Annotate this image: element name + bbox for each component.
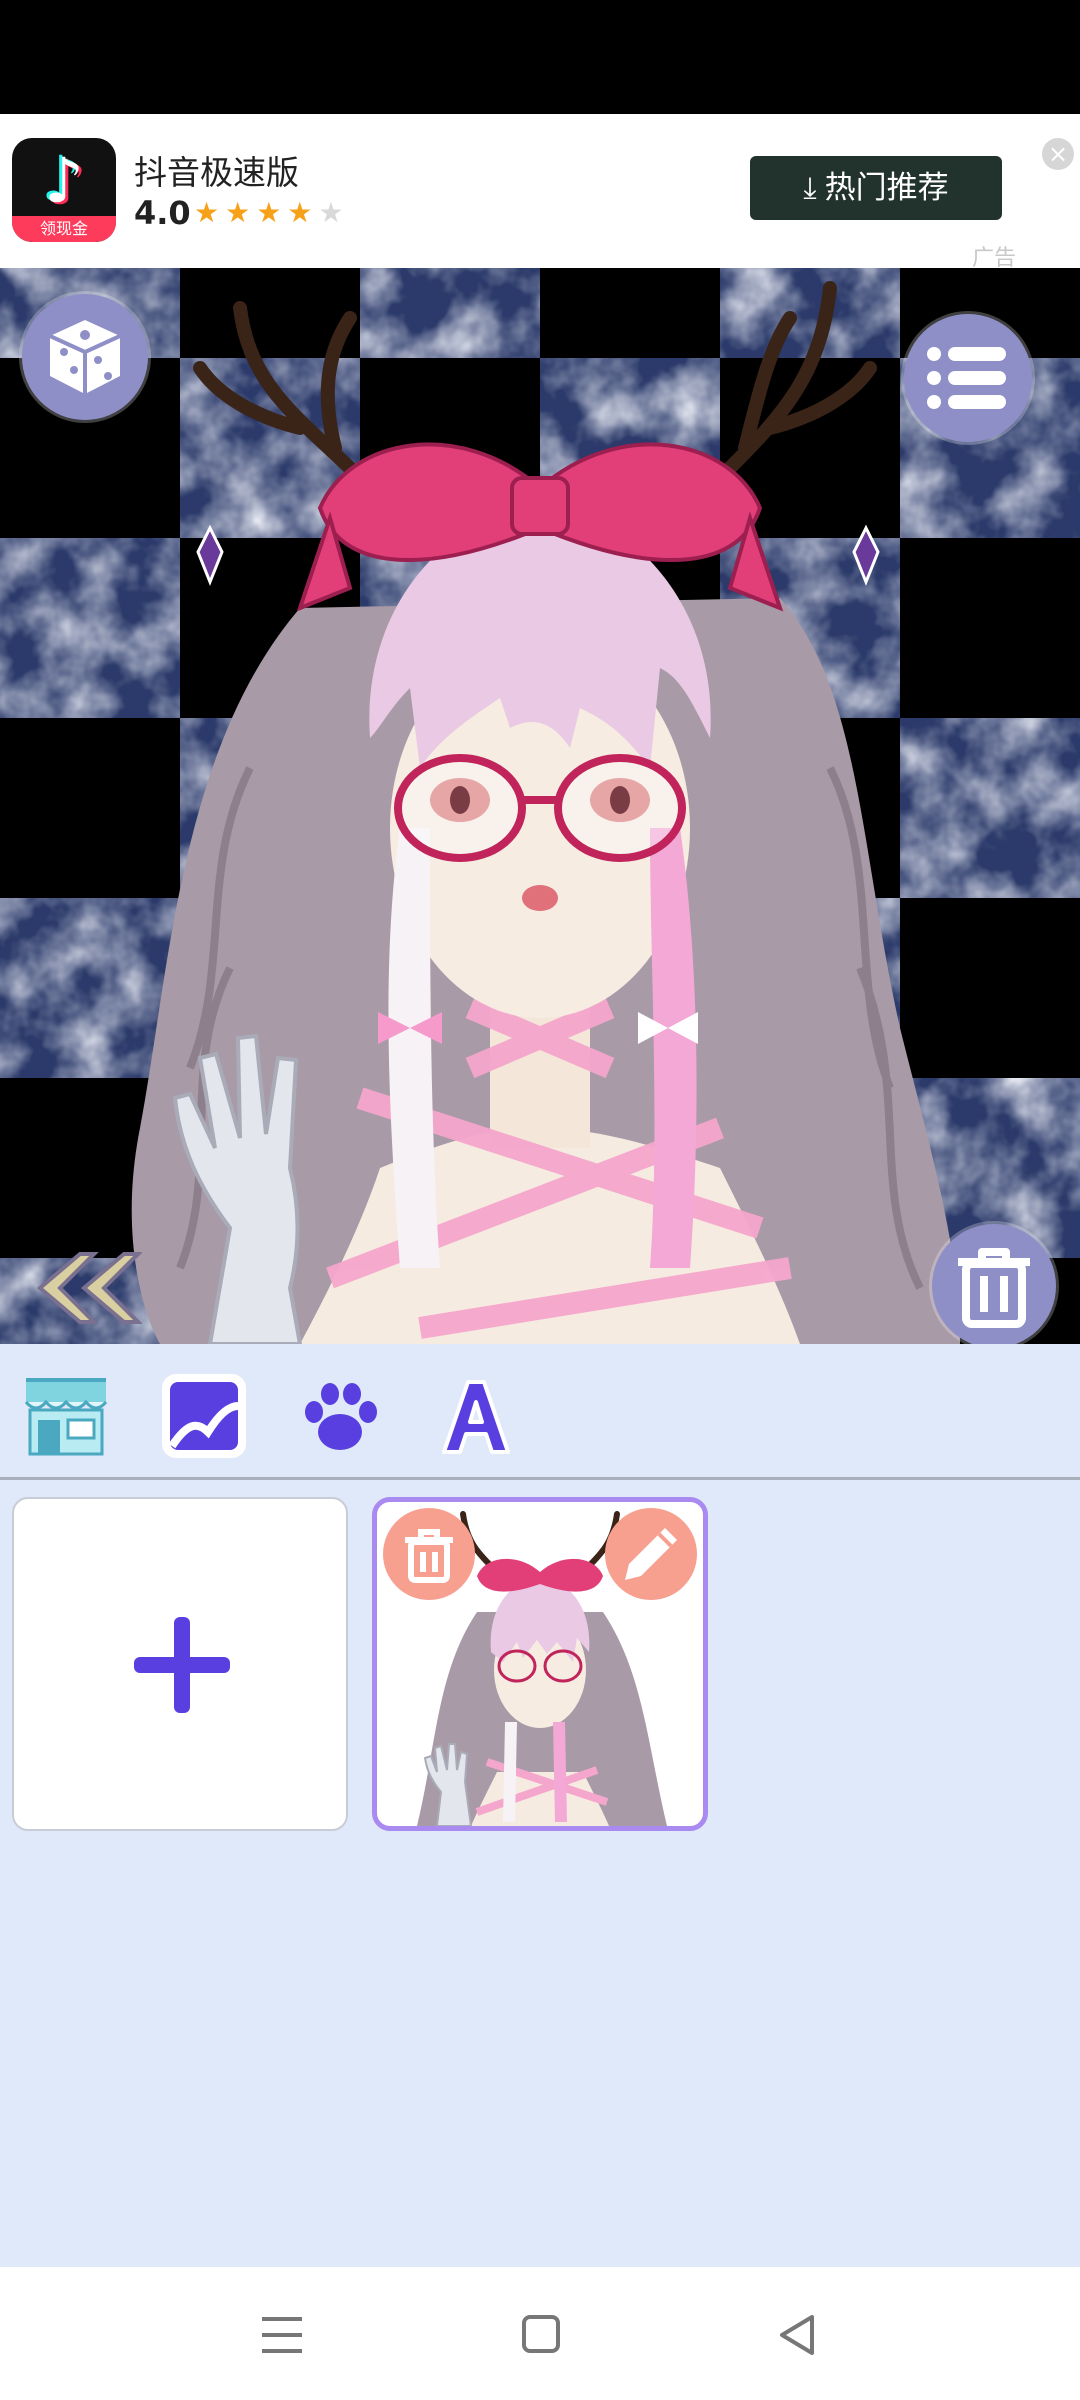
pencil-icon [625,1528,677,1580]
ad-download-button[interactable]: ⤓ 热门推荐 [750,156,1002,220]
star-filled-icons: ★★★★ [194,196,319,229]
category-toolbar [0,1344,1080,1480]
back-icon[interactable] [770,2309,826,2361]
home-icon[interactable] [512,2309,568,2361]
star-empty-icon: ★ [318,196,350,229]
music-note-icon: ♪ [44,144,84,217]
ad-close-button[interactable]: × [1042,138,1074,170]
background-icon[interactable] [154,1366,254,1466]
clear-trash-button[interactable] [932,1224,1056,1344]
ad-banner[interactable]: ♪ 领现金 抖音极速版 4.0 ★★★★★ ⤓ 热门推荐 × 广告 [0,114,1080,271]
new-character-card[interactable] [12,1497,348,1831]
edit-saved-button[interactable] [605,1508,697,1600]
ad-icon-ribbon: 领现金 [12,216,116,242]
saved-gallery [0,1483,1080,2267]
list-menu-icon [927,347,1006,409]
douyin-app-icon[interactable]: ♪ 领现金 [12,138,116,242]
plus-icon [134,1617,230,1713]
download-icon: ⤓ [803,171,817,206]
saved-character-card[interactable] [372,1497,708,1831]
status-bar [0,0,1080,114]
shop-icon[interactable] [16,1366,116,1466]
double-chevron-left-icon[interactable] [32,1248,142,1328]
ad-app-name[interactable]: 抖音极速版 [134,146,299,194]
paw-icon[interactable] [290,1366,390,1466]
dice-icon [49,320,121,394]
layer-menu-button[interactable] [904,314,1032,442]
ad-download-label: 热门推荐 [824,170,949,206]
ad-rating: 4.0 [134,194,191,232]
ad-stars: ★★★★★ [194,196,350,229]
delete-saved-button[interactable] [383,1508,475,1600]
system-nav-bar [0,2267,1080,2400]
recent-apps-icon[interactable] [254,2309,310,2361]
trash-icon [405,1529,453,1583]
character-canvas[interactable] [0,268,1080,1344]
trash-icon [958,1248,1030,1328]
randomize-dice-button[interactable] [22,294,148,420]
text-a-icon[interactable] [426,1366,526,1466]
